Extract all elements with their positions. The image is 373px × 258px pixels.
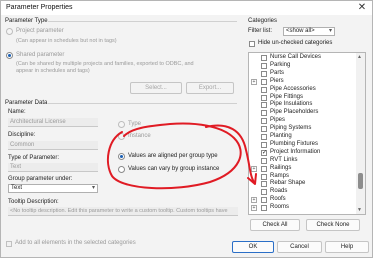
red-annotation-drawing: [106, 122, 257, 190]
annotation-ellipse: [106, 122, 242, 190]
